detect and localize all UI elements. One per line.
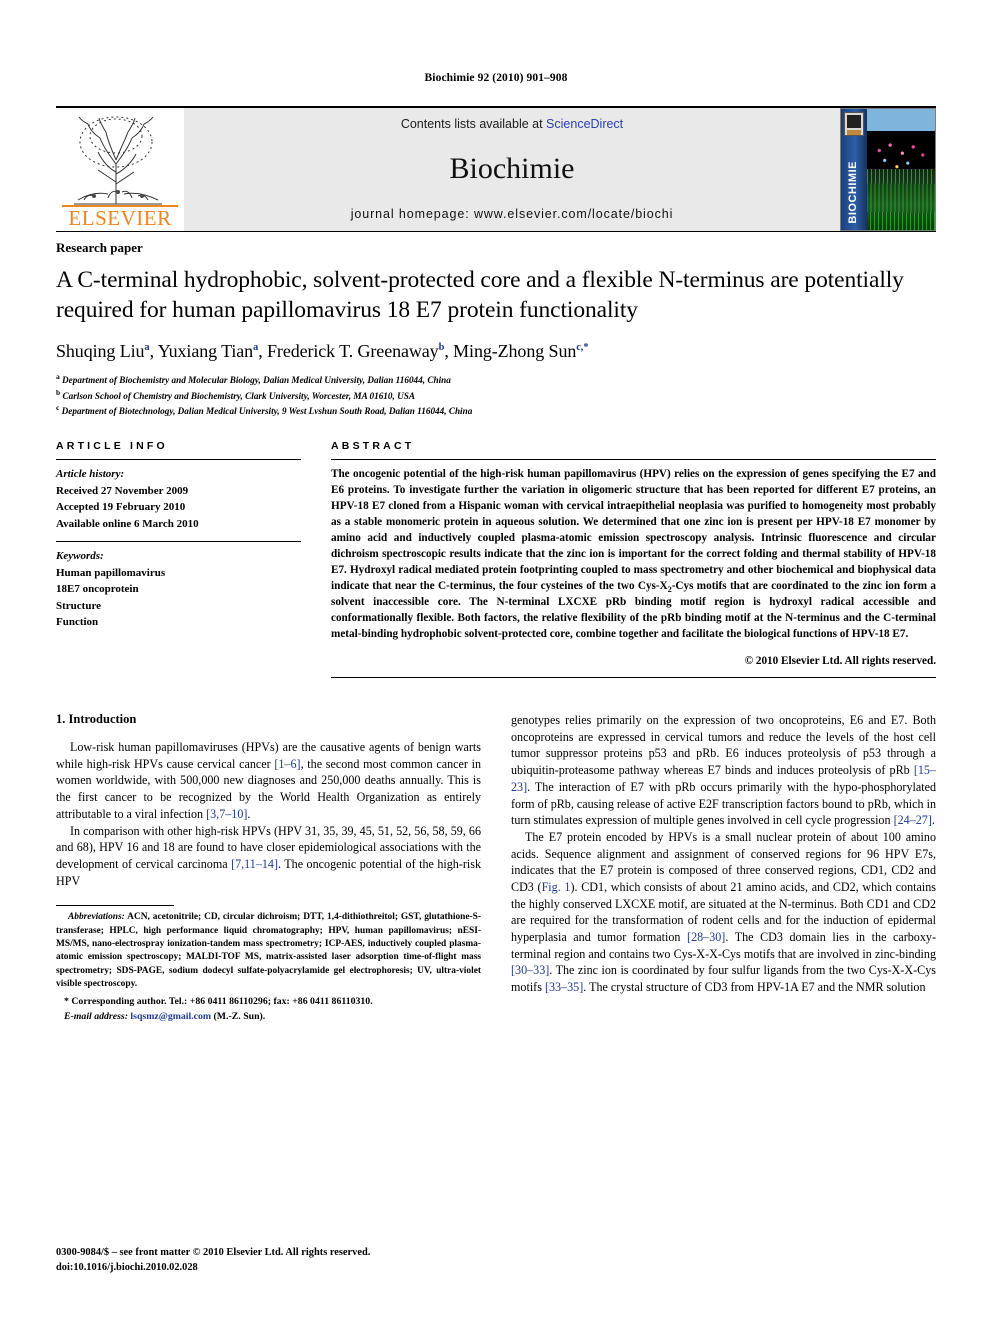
abstract-column: ABSTRACT The oncogenic potential of the … <box>331 440 936 679</box>
intro-paragraph-1: Low-risk human papillomaviruses (HPVs) a… <box>56 739 481 822</box>
intro-p1-text-c: . <box>247 806 251 821</box>
body-column-right: genotypes relies primarily on the expres… <box>511 712 936 1024</box>
info-abstract-region: ARTICLE INFO Article history: Received 2… <box>56 440 936 679</box>
history-accepted: Accepted 19 February 2010 <box>56 501 186 514</box>
article-header: Research paper A C-terminal hydrophobic,… <box>56 231 936 418</box>
footnote-divider <box>56 905 174 907</box>
cover-artwork <box>867 131 935 230</box>
abstract-rule-bottom <box>331 677 936 679</box>
running-head: Biochimie 92 (2010) 901–908 <box>424 72 568 84</box>
section-heading-introduction: 1. Introduction <box>56 712 137 727</box>
author-item: Ming-Zhong Sunc,* <box>453 341 588 361</box>
cover-top-band <box>867 109 935 131</box>
abstract-part-1: The oncogenic potential of the high-risk… <box>331 468 936 592</box>
citation-ref[interactable]: [1–6] <box>274 757 300 771</box>
affiliation-item: b Carlson School of Chemistry and Bioche… <box>56 388 936 403</box>
affiliation-mark: b <box>56 387 61 397</box>
history-received: Received 27 November 2009 <box>56 484 189 497</box>
footer-doi-line[interactable]: doi:10.1016/j.biochi.2010.02.028 <box>56 1260 370 1275</box>
article-page: Biochimie 92 (2010) 901–908 ELSEVIER Con… <box>0 0 992 1273</box>
elsevier-logo: ELSEVIER <box>56 108 184 231</box>
author-item: Frederick T. Greenawayb, <box>267 341 453 361</box>
author-separator: , <box>149 341 158 362</box>
email-suffix: (M.-Z. Sun). <box>211 1010 266 1022</box>
author-list: Shuqing Liua, Yuxiang Tiana, Frederick T… <box>56 341 936 362</box>
email-label: E-mail address: <box>64 1010 128 1022</box>
abstract-body: The oncogenic potential of the high-risk… <box>331 460 936 643</box>
citation-ref[interactable]: [24–27] <box>894 813 932 827</box>
intro-paragraph-2: In comparison with other high-risk HPVs … <box>56 823 481 890</box>
journal-cover-thumbnail: BIOCHIMIE <box>840 108 936 231</box>
author-separator: , <box>258 341 268 362</box>
affiliation-text: Carlson School of Chemistry and Biochemi… <box>62 390 415 401</box>
keyword-item: Structure <box>56 599 102 612</box>
affiliation-item: c Department of Biotechnology, Dalian Me… <box>56 403 936 418</box>
affiliation-text: Department of Biotechnology, Dalian Medi… <box>61 406 473 417</box>
journal-homepage-line[interactable]: journal homepage: www.elsevier.com/locat… <box>351 207 674 221</box>
keywords-block: Keywords: Human papillomavirus 18E7 onco… <box>56 542 301 631</box>
elsevier-wordmark: ELSEVIER <box>62 205 178 229</box>
journal-band: Contents lists available at ScienceDirec… <box>184 108 840 231</box>
article-info-heading: ARTICLE INFO <box>56 440 168 453</box>
cover-speckle-texture <box>867 136 935 183</box>
intro-paragraph-3: The E7 protein encoded by HPVs is a smal… <box>511 829 936 996</box>
article-info-column: ARTICLE INFO Article history: Received 2… <box>56 440 301 678</box>
contents-prefix: Contents lists available at <box>400 117 547 131</box>
page-title: A C-terminal hydrophobic, solvent-protec… <box>56 267 904 323</box>
email-line: E-mail address: lsqsmz@gmail.com (M.-Z. … <box>64 1010 481 1024</box>
journal-masthead: ELSEVIER Contents lists available at Sci… <box>56 106 936 231</box>
email-link[interactable]: lsqsmz@gmail.com <box>130 1011 211 1022</box>
contents-available-line: Contents lists available at ScienceDirec… <box>401 117 623 131</box>
keywords-label: Keywords: <box>56 550 104 563</box>
footer-issn-line: 0300-9084/$ – see front matter © 2010 El… <box>56 1246 371 1258</box>
body-column-left: 1. Introduction Low-risk human papilloma… <box>56 712 481 1024</box>
abstract-copyright: © 2010 Elsevier Ltd. All rights reserved… <box>744 655 936 668</box>
keyword-item: Human papillomavirus <box>56 566 166 579</box>
article-history-label: Article history: <box>56 468 125 481</box>
corresponding-author-footnote: * Corresponding author. Tel.: +86 0411 8… <box>56 995 481 1023</box>
intro-r1-text-b: . The interaction of E7 with pRb occurs … <box>511 779 936 828</box>
author-name: Ming-Zhong Sun <box>453 341 577 362</box>
abstract-heading: ABSTRACT <box>331 440 415 453</box>
corresponding-author-line: * Corresponding author. Tel.: +86 0411 8… <box>64 996 373 1008</box>
abbreviations-text: ACN, acetonitrile; CD, circular dichrois… <box>56 912 481 989</box>
journal-title: Biochimie <box>449 152 575 185</box>
elsevier-tree-icon <box>64 112 174 213</box>
affiliation-mark: a <box>56 372 60 382</box>
affiliation-mark: c <box>56 403 60 413</box>
paper-type-label: Research paper <box>56 240 143 255</box>
body-columns: 1. Introduction Low-risk human papilloma… <box>56 712 936 1024</box>
cover-spine-title: BIOCHIMIE <box>847 161 859 224</box>
author-name: Yuxiang Tian <box>157 341 254 362</box>
figure-ref[interactable]: Fig. 1 <box>542 880 571 894</box>
citation-ref[interactable]: [30–33] <box>511 963 549 977</box>
affiliation-list: a Department of Biochemistry and Molecul… <box>56 372 936 418</box>
citation-ref[interactable]: [28–30] <box>687 930 725 944</box>
cover-badge-icon <box>844 112 864 136</box>
author-item: Shuqing Liua, <box>56 341 158 361</box>
intro-r1-text-c: . <box>931 813 935 828</box>
history-online: Available online 6 March 2010 <box>56 517 199 530</box>
author-separator: , <box>444 341 454 362</box>
intro-r2-text-e: . The crystal structure of CD3 from HPV-… <box>583 980 926 995</box>
abbreviations-label: Abbreviations: <box>68 912 125 923</box>
keyword-item: Function <box>56 616 99 629</box>
page-footer: 0300-9084/$ – see front matter © 2010 El… <box>56 1245 370 1275</box>
article-history-block: Article history: Received 27 November 20… <box>56 460 301 532</box>
keyword-item: 18E7 oncoprotein <box>56 583 139 596</box>
author-affil-mark: c,* <box>576 342 589 354</box>
citation-ref[interactable]: [7,11–14] <box>231 857 278 871</box>
author-name: Frederick T. Greenaway <box>267 341 439 362</box>
sciencedirect-link[interactable]: ScienceDirect <box>546 117 623 131</box>
abbreviations-footnote: Abbreviations: ACN, acetonitrile; CD, ci… <box>56 911 481 991</box>
affiliation-item: a Department of Biochemistry and Molecul… <box>56 372 936 387</box>
citation-ref[interactable]: [3,7–10] <box>206 807 247 821</box>
author-item: Yuxiang Tiana, <box>158 341 267 361</box>
citation-ref[interactable]: [33–35] <box>545 980 583 994</box>
author-name: Shuqing Liu <box>56 341 145 362</box>
intro-paragraph-1-cont: genotypes relies primarily on the expres… <box>511 712 936 829</box>
affiliation-text: Department of Biochemistry and Molecular… <box>62 375 451 386</box>
intro-r1-text-a: genotypes relies primarily on the expres… <box>511 713 936 778</box>
